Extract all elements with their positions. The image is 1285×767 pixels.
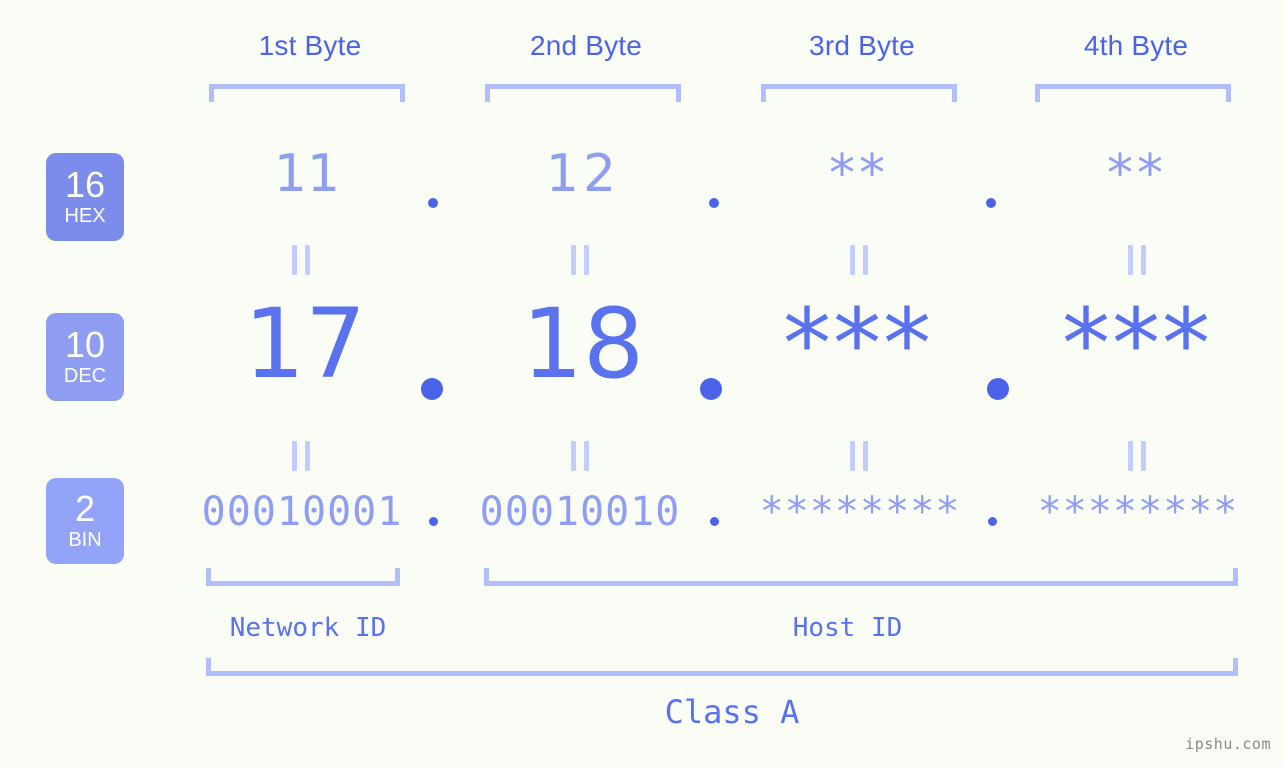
base-badge-bin-number: 2 (74, 487, 96, 529)
hex-byte-1: 11 (273, 144, 341, 204)
bin-separator-dot-1 (429, 517, 438, 526)
network-id-bracket (206, 568, 400, 586)
base-badge-dec-number: 10 (64, 323, 106, 365)
hex-separator-dot-3 (986, 198, 996, 208)
base-badge-dec-name: DEC (63, 365, 107, 388)
base-badge-hex-name: HEX (64, 205, 106, 228)
host-id-label: Host ID (792, 613, 903, 643)
class-label: Class A (664, 693, 800, 731)
equality-mark-dec-bin-4 (1128, 441, 1146, 471)
equality-mark-hex-dec-4 (1128, 245, 1146, 275)
bin-byte-4: ******** (1037, 489, 1239, 535)
equality-mark-dec-bin-1 (292, 441, 310, 471)
host-id-bracket (484, 568, 1238, 586)
equality-mark-dec-bin-2 (571, 441, 589, 471)
bin-byte-1: 00010001 (201, 489, 403, 535)
base-badge-hex: 16 HEX (46, 153, 124, 241)
bin-byte-3: ******** (759, 489, 961, 535)
byte-header-3: 3rd Byte (809, 30, 915, 61)
byte-bracket-4 (1035, 84, 1231, 102)
hex-byte-3: ** (829, 144, 889, 204)
base-badge-bin: 2 BIN (46, 478, 124, 564)
byte-bracket-3 (761, 84, 957, 102)
equality-mark-hex-dec-2 (571, 245, 589, 275)
byte-header-4: 4th Byte (1083, 30, 1189, 61)
byte-header-2: 2nd Byte (529, 30, 643, 61)
byte-bracket-2 (485, 84, 681, 102)
byte-bracket-1 (209, 84, 405, 102)
dec-separator-dot-3 (987, 378, 1009, 400)
base-badge-dec: 10 DEC (46, 313, 124, 401)
class-bracket (206, 658, 1238, 676)
base-badge-hex-number: 16 (64, 163, 106, 205)
bin-separator-dot-3 (988, 517, 997, 526)
bin-byte-2: 00010010 (479, 489, 681, 535)
diagram-canvas: 1st Byte 2nd Byte 3rd Byte 4th Byte 16 H… (0, 0, 1285, 767)
dec-separator-dot-2 (700, 378, 722, 400)
dec-separator-dot-1 (421, 378, 443, 400)
base-badge-bin-name: BIN (68, 529, 102, 552)
hex-separator-dot-1 (428, 198, 438, 208)
hex-separator-dot-2 (709, 198, 719, 208)
dec-byte-1: 17 (243, 288, 367, 400)
hex-byte-2: 12 (545, 144, 621, 204)
equality-mark-hex-dec-1 (292, 245, 310, 275)
bin-separator-dot-2 (710, 517, 719, 526)
equality-mark-dec-bin-3 (850, 441, 868, 471)
byte-header-1: 1st Byte (258, 30, 362, 61)
hex-byte-4: ** (1107, 144, 1167, 204)
equality-mark-hex-dec-3 (850, 245, 868, 275)
watermark: ipshu.com (1185, 735, 1271, 753)
dec-byte-2: 18 (521, 288, 645, 400)
network-id-label: Network ID (229, 613, 387, 643)
dec-byte-3: *** (783, 288, 933, 400)
dec-byte-4: *** (1062, 288, 1212, 400)
